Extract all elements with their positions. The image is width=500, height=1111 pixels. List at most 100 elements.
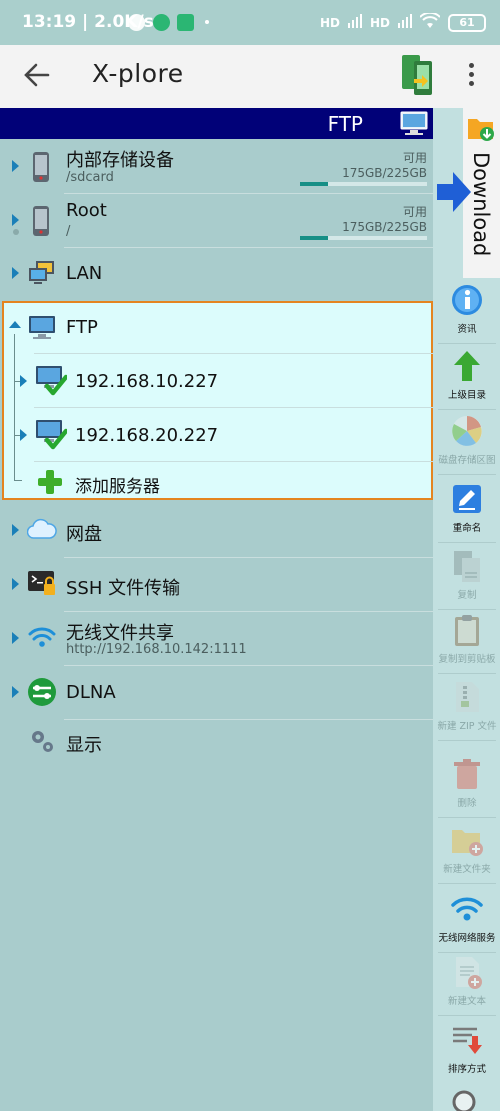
toolbar-button-label: 复制到剪贴板: [438, 654, 496, 665]
toolbar-button[interactable]: 重命名: [434, 482, 500, 534]
toolbar-button[interactable]: 复制到剪贴板: [434, 613, 500, 665]
list-item-cloud[interactable]: 网盘: [0, 503, 433, 557]
divider: [34, 461, 492, 462]
list-item-lan[interactable]: LAN: [0, 247, 433, 299]
drive-size: 175GB/225GB: [342, 166, 427, 180]
lan-icon: [29, 261, 54, 284]
signal-bars-icon-2: [398, 14, 412, 31]
app-bar: X-plore: [0, 45, 500, 108]
lan-label: LAN: [66, 263, 103, 284]
gear-icon: [32, 731, 53, 752]
dual-pane-icon[interactable]: [400, 53, 436, 97]
drive-name: Root: [66, 200, 107, 221]
toolbar-button-label: 新建文件夹: [443, 864, 491, 875]
wechat-icon: [128, 14, 145, 31]
list-item-internal-storage[interactable]: 内部存储设备 /sdcard 可用 175GB/225GB: [0, 139, 433, 193]
wifi-status-icon: [419, 11, 441, 32]
collapse-arrow-icon[interactable]: [9, 321, 21, 328]
toolbar-divider: [438, 609, 496, 610]
more-options-icon[interactable]: [460, 59, 482, 95]
drive-free-label: 可用: [402, 151, 427, 165]
signal-icon-2: HD: [369, 15, 390, 30]
toolbar-divider: [438, 542, 496, 543]
new-folder-icon: [452, 830, 483, 856]
expand-arrow-icon[interactable]: [12, 632, 19, 644]
toolbar-divider: [438, 952, 496, 953]
rename-icon: [453, 485, 481, 513]
toolbar-button-label: 复制: [457, 590, 477, 601]
new-text-icon: [456, 957, 482, 989]
toolbar-button[interactable]: 删除: [434, 757, 500, 809]
toolbar-button-label: 资讯: [457, 324, 477, 335]
expand-arrow-icon[interactable]: [20, 375, 27, 387]
toolbar-divider: [438, 883, 496, 884]
wifi-share-url: http://192.168.10.142:1111: [66, 642, 247, 657]
drive-usage-bar: [300, 236, 427, 240]
ftp-server-item[interactable]: 192.168.10.227: [0, 355, 433, 407]
expand-arrow-icon[interactable]: [20, 429, 27, 441]
toolbar-button-label: 新建 ZIP 文件: [437, 721, 497, 732]
server-connected-icon: [36, 420, 67, 450]
ftp-monitor-icon: [29, 316, 55, 339]
plus-icon: [38, 470, 62, 494]
expand-arrow-icon[interactable]: [12, 214, 19, 226]
toolbar-button-label: 排序方式: [447, 1064, 486, 1075]
wifi-service-icon: [451, 897, 483, 921]
toolbar-button[interactable]: 新建文本: [434, 955, 500, 1007]
ssh-label: SSH 文件传输: [66, 578, 181, 599]
toolbar-button-label: 上级目录: [447, 390, 486, 401]
toolbar-button[interactable]: 复制: [434, 549, 500, 601]
list-item-ssh[interactable]: SSH 文件传输: [0, 557, 433, 611]
drive-path: /sdcard: [66, 170, 114, 185]
download-notify-icon: [177, 14, 194, 31]
toolbar-divider: [438, 343, 496, 344]
toolbar-button[interactable]: 磁盘存储区图: [434, 414, 500, 466]
expand-arrow-icon[interactable]: [12, 267, 19, 279]
clipboard-icon: [455, 615, 479, 646]
divider: [34, 407, 492, 408]
toolbar-button[interactable]: 排序方式: [434, 1023, 500, 1075]
toolbar-button[interactable]: 无线网络服务: [434, 892, 500, 944]
toolbar-button[interactable]: 新建文件夹: [434, 823, 500, 875]
expand-arrow-icon[interactable]: [12, 578, 19, 590]
list-item-dlna[interactable]: DLNA: [0, 665, 433, 719]
ftp-server-item[interactable]: 192.168.20.227: [0, 409, 433, 461]
drive-path: /: [66, 224, 71, 239]
search-icon[interactable]: [450, 1088, 484, 1111]
list-item-ftp[interactable]: FTP: [0, 303, 433, 353]
list-item-wifi-share[interactable]: 无线文件共享 http://192.168.10.142:1111: [0, 611, 433, 665]
divider: [34, 353, 492, 354]
dlna-icon: [28, 678, 56, 706]
expand-arrow-icon[interactable]: [12, 160, 19, 172]
expand-arrow-icon[interactable]: [12, 524, 19, 536]
display-label: 显示: [66, 735, 102, 756]
drive-name: 内部存储设备: [66, 150, 174, 171]
toolbar-divider: [438, 817, 496, 818]
cloud-icon: [27, 518, 57, 539]
ftp-label: FTP: [66, 317, 98, 338]
toolbar-button[interactable]: 资讯: [434, 283, 500, 335]
add-server-button[interactable]: 添加服务器: [0, 463, 433, 499]
toolbar-divider: [438, 1015, 496, 1016]
toolbar-button[interactable]: 新建 ZIP 文件: [434, 680, 500, 732]
sort-icon: [453, 1027, 482, 1054]
info-icon: [452, 285, 482, 315]
add-server-label: 添加服务器: [75, 477, 160, 497]
server-address: 192.168.20.227: [75, 425, 219, 446]
list-item-display[interactable]: 显示: [0, 719, 433, 765]
server-connected-icon: [36, 366, 67, 396]
phone-icon: [153, 14, 170, 31]
drive-free-label: 可用: [402, 205, 427, 219]
up-folder-icon: [454, 351, 480, 381]
dot-icon: [13, 229, 19, 235]
expand-arrow-icon[interactable]: [12, 686, 19, 698]
toolbar-divider: [438, 474, 496, 475]
list-item-root[interactable]: Root / 可用 175GB/225GB: [0, 193, 433, 247]
status-bar: 13:19 | 2.0K/s HD HD 61: [0, 0, 500, 45]
toolbar-button[interactable]: 上级目录: [434, 349, 500, 401]
monitor-icon: [400, 111, 428, 135]
app-title: X-plore: [92, 59, 184, 88]
phone-storage-icon: [33, 152, 49, 182]
server-address: 192.168.10.227: [75, 371, 219, 392]
back-arrow-icon[interactable]: [20, 58, 54, 92]
